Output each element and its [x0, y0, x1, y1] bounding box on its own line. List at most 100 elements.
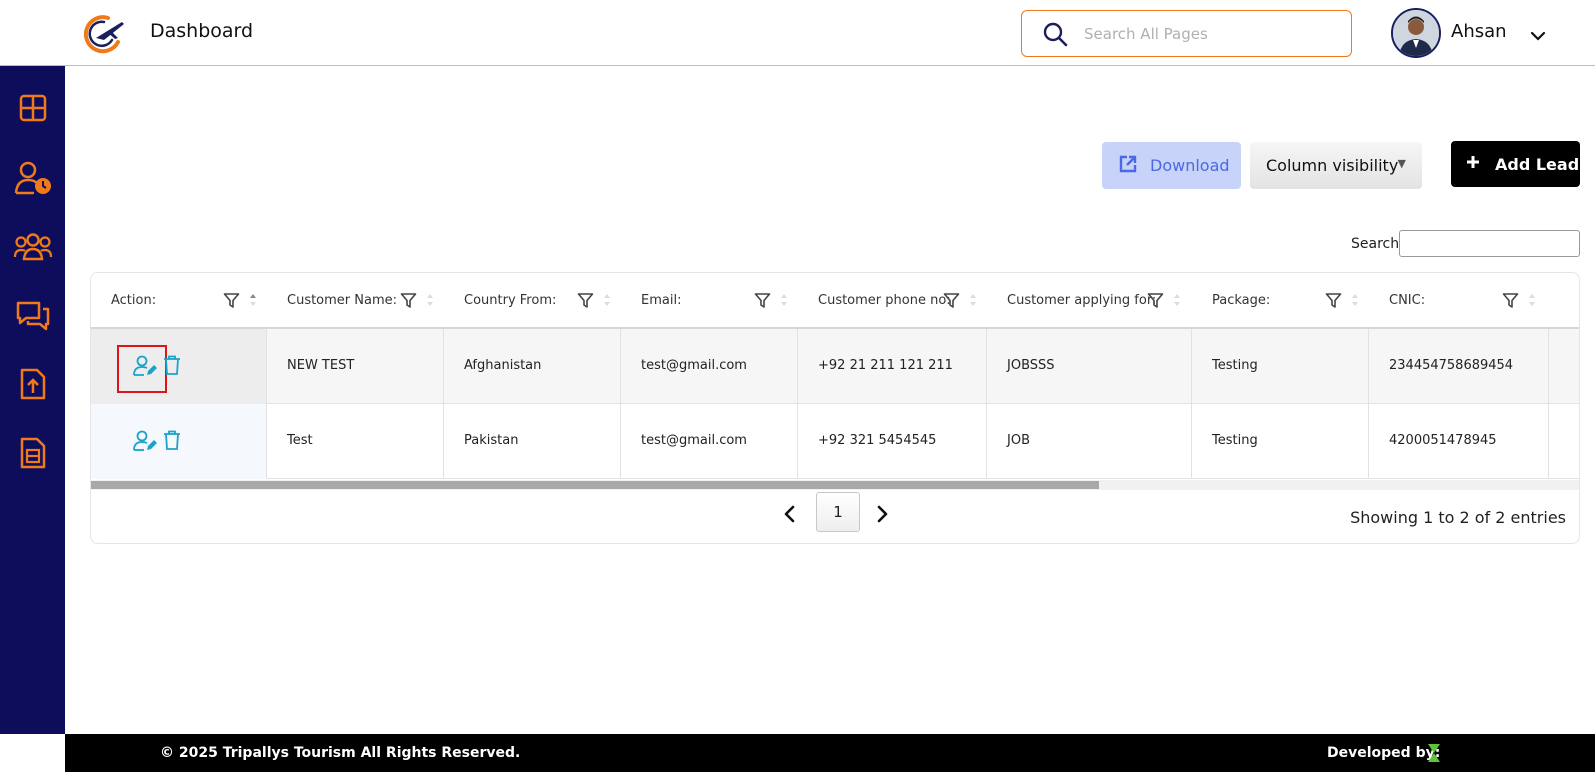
global-search[interactable] [1021, 10, 1352, 57]
column-header-label: Customer applying for: [1007, 293, 1157, 308]
sidebar-item-dashboard[interactable] [13, 90, 53, 130]
email-cell: test@gmail.com [621, 329, 798, 404]
developed-by-text: Developed by: [1327, 745, 1441, 761]
previous-page-icon[interactable] [782, 504, 798, 524]
document-icon [19, 436, 47, 474]
edit-user-icon[interactable] [133, 430, 157, 456]
download-label: Download [1150, 156, 1230, 175]
filter-icon[interactable] [754, 292, 771, 313]
action-cell [91, 329, 267, 404]
cell-value: test@gmail.com [641, 433, 747, 448]
column-header-label: Package: [1212, 293, 1271, 308]
table-info: Showing 1 to 2 of 2 entries [1350, 508, 1566, 527]
table-row: Test Pakistan test@gmail.com +92 321 545… [91, 404, 1579, 479]
developer-logo[interactable] [1427, 743, 1441, 767]
sort-icon[interactable] [1351, 293, 1359, 311]
filter-icon[interactable] [577, 292, 594, 313]
horizontal-scrollbar[interactable] [91, 480, 1579, 490]
column-header-applying-for[interactable]: Customer applying for: [987, 273, 1192, 329]
sort-icon[interactable] [1528, 293, 1536, 311]
column-header-label: Customer phone no: [818, 293, 951, 308]
cell-value: Pakistan [464, 433, 519, 448]
cell-value: 4200051478945 [1389, 433, 1497, 448]
filter-icon[interactable] [400, 292, 417, 313]
sidebar-item-reports[interactable] [13, 435, 53, 475]
column-header-package[interactable]: Package: [1192, 273, 1369, 329]
cnic-cell: 234454758689454 [1369, 329, 1549, 404]
column-header-email[interactable]: Email: [621, 273, 798, 329]
page-title: Dashboard [150, 20, 254, 42]
country-cell: Afghanistan [444, 329, 621, 404]
cell-value: +92 21 211 121 211 [818, 358, 953, 373]
column-header-label: Email: [641, 293, 682, 308]
country-cell: Pakistan [444, 404, 621, 479]
column-header-customer-phone[interactable]: Customer phone no: [798, 273, 987, 329]
cell-value: Testing [1212, 433, 1258, 448]
filter-icon[interactable] [223, 292, 240, 313]
file-upload-icon [19, 367, 47, 405]
sort-icon[interactable] [780, 293, 788, 311]
dashboard-grid-icon [18, 93, 48, 127]
customer-name-cell: NEW TEST [267, 329, 444, 404]
sidebar [0, 66, 65, 734]
user-name[interactable]: Ahsan [1451, 21, 1507, 42]
applying-for-cell: JOBSSS [987, 329, 1192, 404]
plus-icon [1465, 154, 1481, 174]
sidebar-item-leads[interactable] [13, 160, 53, 200]
action-cell [91, 404, 267, 479]
phone-cell: +92 321 5454545 [798, 404, 987, 479]
user-avatar[interactable] [1391, 8, 1441, 58]
sidebar-item-messages[interactable] [13, 298, 53, 338]
global-search-input[interactable] [1084, 23, 1334, 45]
trash-icon[interactable] [163, 430, 181, 456]
cell-value: JOBSSS [1007, 358, 1055, 373]
sidebar-item-customers[interactable] [13, 229, 53, 269]
column-header-action[interactable]: Action: [91, 273, 267, 329]
download-button[interactable]: Download [1102, 142, 1241, 189]
page-button[interactable]: 1 [816, 492, 860, 532]
edit-user-icon[interactable] [133, 355, 157, 381]
column-visibility-button[interactable]: Column visibility ▼ [1250, 142, 1422, 189]
add-lead-button[interactable]: Add Lead [1451, 141, 1580, 187]
sidebar-item-uploads[interactable] [13, 366, 53, 406]
column-header-country-from[interactable]: Country From: [444, 273, 621, 329]
add-lead-label: Add Lead [1495, 154, 1580, 174]
applying-for-cell: JOB [987, 404, 1192, 479]
cell-value: JOB [1007, 433, 1030, 448]
email-cell: test@gmail.com [621, 404, 798, 479]
table-search-label: Search: [1351, 236, 1404, 252]
sort-icon[interactable] [969, 293, 977, 311]
search-icon [1042, 21, 1068, 51]
filter-icon[interactable] [1147, 292, 1164, 313]
column-header-customer-name[interactable]: Customer Name: [267, 273, 444, 329]
sort-icon[interactable] [603, 293, 611, 311]
next-page-icon[interactable] [874, 504, 890, 524]
cell-value: Afghanistan [464, 358, 542, 373]
sort-icon[interactable] [426, 293, 434, 311]
sort-icon[interactable] [1173, 293, 1181, 311]
copyright-text: © 2025 Tripallys Tourism All Rights Rese… [160, 745, 521, 761]
package-cell: Testing [1192, 404, 1369, 479]
caret-down-icon: ▼ [1397, 157, 1406, 170]
sort-icon[interactable] [249, 293, 257, 311]
cell-value: NEW TEST [287, 358, 355, 373]
external-link-icon [1118, 154, 1138, 178]
scrollbar-thumb[interactable] [91, 481, 1099, 489]
column-header-label: Country From: [464, 293, 557, 308]
table-header: Action: Customer Name: Country From: Ema… [91, 273, 1579, 329]
filter-icon[interactable] [1325, 292, 1342, 313]
top-header: Dashboard Ahsan [0, 0, 1595, 66]
cell-value: Test [287, 433, 313, 448]
chat-icon [15, 300, 51, 336]
column-header-cnic[interactable]: CNIC: [1369, 273, 1549, 329]
brand-logo[interactable] [78, 12, 130, 54]
table-row: NEW TEST Afghanistan test@gmail.com +92 … [91, 329, 1579, 404]
chevron-down-icon[interactable] [1530, 26, 1546, 45]
filter-icon[interactable] [1502, 292, 1519, 313]
trash-icon[interactable] [163, 355, 181, 381]
cell-value: 234454758689454 [1389, 358, 1514, 373]
column-header-label: Action: [111, 293, 157, 308]
table-search-input[interactable] [1399, 230, 1580, 257]
cell-value: test@gmail.com [641, 358, 747, 373]
filter-icon[interactable] [943, 292, 960, 313]
